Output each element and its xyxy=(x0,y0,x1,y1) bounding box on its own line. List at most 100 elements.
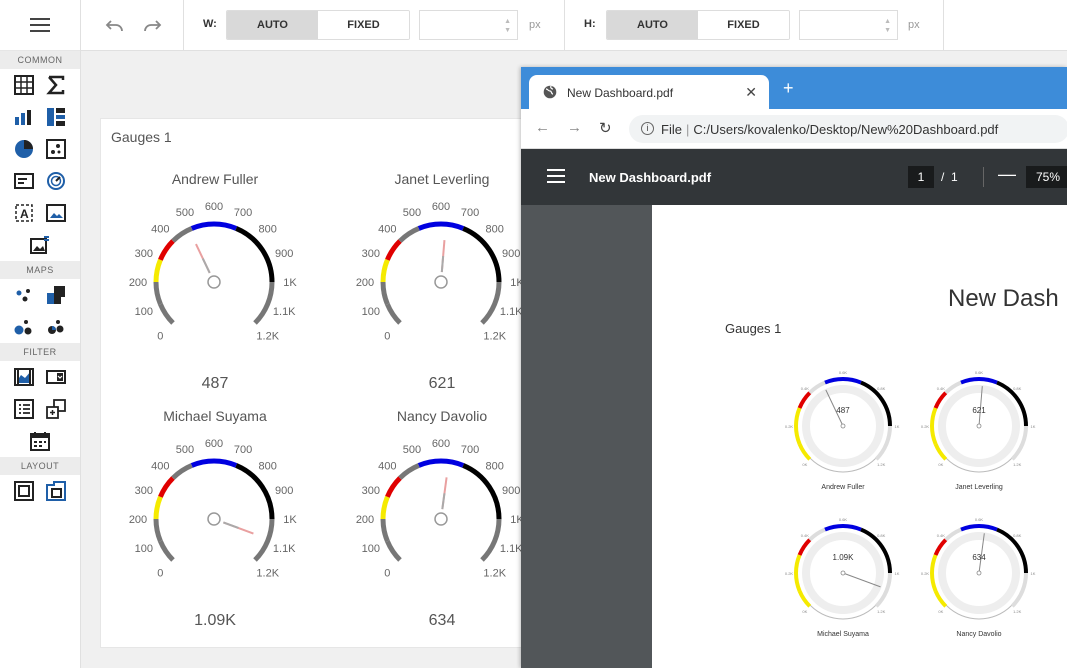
group-icon[interactable] xyxy=(13,480,35,502)
gauge-tick-label: 200 xyxy=(356,514,374,526)
card-icon[interactable] xyxy=(13,170,35,192)
geo-point-map-icon[interactable] xyxy=(13,284,35,306)
mini-gauge-tick: 0.4K xyxy=(801,386,810,391)
gauge-icon[interactable] xyxy=(45,170,67,192)
bound-image-icon[interactable] xyxy=(29,234,51,256)
gauge-tick-label: 700 xyxy=(234,207,252,219)
gauge-band xyxy=(158,303,175,325)
reload-icon[interactable]: ↻ xyxy=(599,119,612,137)
list-box-icon[interactable] xyxy=(13,398,35,420)
tab-container-icon[interactable] xyxy=(45,480,67,502)
gauge-tick-label: 400 xyxy=(151,223,169,235)
text-box-icon[interactable]: A xyxy=(13,202,35,224)
menu-button[interactable] xyxy=(0,0,80,51)
gauge-tick-label: 900 xyxy=(275,485,293,497)
zoom-out-button[interactable]: — xyxy=(998,164,1016,185)
pie-map-icon[interactable] xyxy=(45,316,67,338)
new-tab-button[interactable]: + xyxy=(783,79,794,97)
gauge-tick-label: 700 xyxy=(461,444,479,456)
mini-gauge-tick: 0.8K xyxy=(877,533,886,538)
grid-icon[interactable] xyxy=(13,74,35,96)
sum-icon[interactable] xyxy=(45,74,67,96)
mini-gauge-tick: 1.2K xyxy=(1013,462,1022,467)
card-title: Gauges 1 xyxy=(111,129,172,145)
treemap-icon[interactable] xyxy=(45,106,67,128)
forward-icon[interactable]: → xyxy=(567,119,582,136)
page-number-input[interactable]: 1 xyxy=(908,166,934,188)
image-icon[interactable] xyxy=(45,202,67,224)
height-auto-button[interactable]: AUTO xyxy=(607,11,698,39)
gauge-tick-label: 1.1K xyxy=(273,543,296,555)
gauge-hub xyxy=(207,512,221,526)
gauge-band xyxy=(385,239,402,261)
mini-gauge-title: Andrew Fuller xyxy=(821,484,865,491)
gauge-tick-label: 900 xyxy=(502,485,520,497)
mini-gauge-value: 634 xyxy=(972,553,986,562)
pdf-menu-icon[interactable] xyxy=(547,169,565,183)
gauge-tick-label: 400 xyxy=(378,223,396,235)
pdf-toolbar: New Dashboard.pdf 1 / 1 — 75% xyxy=(521,149,1067,205)
mini-gauge-hub xyxy=(840,423,846,429)
pie-chart-icon[interactable] xyxy=(13,138,35,160)
range-filter-icon[interactable] xyxy=(13,366,35,388)
close-tab-icon[interactable]: ✕ xyxy=(745,84,757,101)
mini-gauge-tick: 0.2K xyxy=(921,424,930,429)
tree-view-icon[interactable] xyxy=(45,398,67,420)
gauge-tick-label: 0 xyxy=(157,331,163,343)
height-fixed-button[interactable]: FIXED xyxy=(698,11,789,39)
gauge-band xyxy=(235,226,275,283)
gauge-band xyxy=(153,281,163,306)
tab-title: New Dashboard.pdf xyxy=(567,86,674,100)
gauge-andrew-fuller[interactable]: 0 100 200 300 400 500 600 700 800 900 1K 1.1K 1.2K A… xyxy=(101,171,329,406)
choropleth-map-icon[interactable] xyxy=(45,284,67,306)
mini-gauge-hub xyxy=(840,570,846,576)
gauge-tick-label: 1.2K xyxy=(483,568,506,580)
bar-chart-icon[interactable] xyxy=(13,106,35,128)
pdf-viewport[interactable]: New Dash Gauges 1 0K 0.2K 0.4K 0.6K 0.8K 1K 1.… xyxy=(521,205,1067,668)
width-fixed-button[interactable]: FIXED xyxy=(318,11,409,39)
gauge-title: Andrew Fuller xyxy=(171,171,259,187)
scatter-icon[interactable] xyxy=(45,138,67,160)
gauge-band xyxy=(153,258,163,283)
gauge-michael-suyama[interactable]: 0 100 200 300 400 500 600 700 800 900 1K 1.1K 1.2K M… xyxy=(101,408,329,643)
width-auto-button[interactable]: AUTO xyxy=(227,11,318,39)
section-filter: FILTER xyxy=(0,343,80,361)
gauge-band xyxy=(171,463,193,480)
gauge-band xyxy=(385,540,402,562)
mini-gauge-tick: 0K xyxy=(938,609,943,614)
gauge-band xyxy=(417,458,465,468)
width-label: W: xyxy=(203,18,217,30)
gauge-hub xyxy=(434,512,448,526)
gauge-title: Michael Suyama xyxy=(163,408,267,424)
browser-tab[interactable]: New Dashboard.pdf ✕ xyxy=(529,75,769,109)
gauge-band xyxy=(158,476,175,498)
date-filter-icon[interactable] xyxy=(29,430,51,452)
gauge-tick-label: 300 xyxy=(362,248,380,260)
mini-gauge-tick: 1K xyxy=(1031,424,1036,429)
mini-gauge-title: Michael Suyama xyxy=(817,631,869,638)
gauge-band xyxy=(385,476,402,498)
undo-button[interactable] xyxy=(103,14,127,36)
back-icon[interactable]: ← xyxy=(535,119,550,136)
zoom-input[interactable]: 75% xyxy=(1026,166,1067,188)
combo-box-icon[interactable] xyxy=(45,366,67,388)
redo-button[interactable] xyxy=(140,14,164,36)
omnibox[interactable]: i File | C:/Users/kovalenko/Desktop/New%20… xyxy=(629,115,1067,143)
height-input[interactable]: ▲ ▼ xyxy=(799,10,898,40)
gauge-tick-label: 100 xyxy=(135,543,153,555)
bubble-map-icon[interactable] xyxy=(13,316,35,338)
gauge-band xyxy=(235,463,275,520)
mini-gauge-tick: 0.2K xyxy=(921,571,930,576)
width-input[interactable]: ▲ ▼ xyxy=(419,10,518,40)
mini-gauge-tick: 0K xyxy=(802,609,807,614)
gauge-band xyxy=(253,281,275,325)
info-icon[interactable]: i xyxy=(641,122,654,135)
gauge-tick-label: 200 xyxy=(129,514,147,526)
page-separator: / xyxy=(941,170,945,184)
gauge-dial: 0 100 200 300 400 500 600 700 800 900 1K 1.1K 1.2K xyxy=(129,201,298,343)
gauge-tick-label: 0 xyxy=(157,568,163,580)
gauge-needle-base xyxy=(223,521,239,529)
gauges-card[interactable]: Gauges 1 0 100 200 300 400 500 600 700 800 900 1K 1… xyxy=(100,118,530,648)
gauge-tick-label: 100 xyxy=(362,543,380,555)
gauge-band xyxy=(380,258,390,283)
